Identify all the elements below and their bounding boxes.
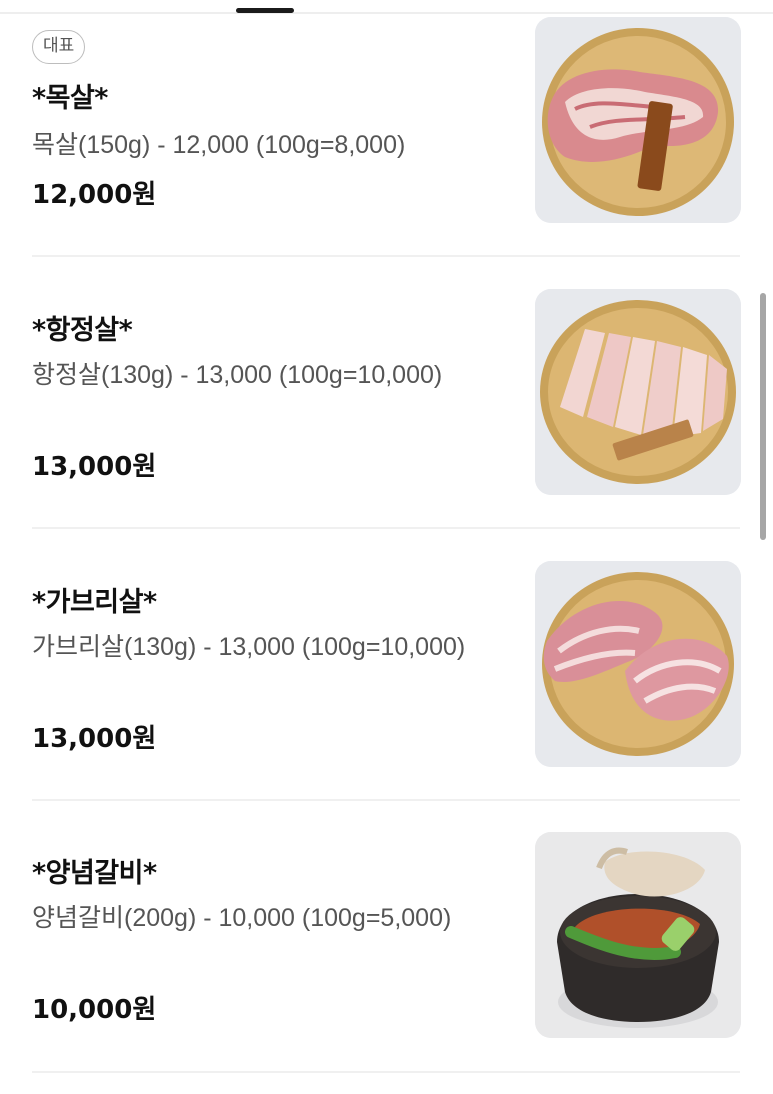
signature-badge: 대표: [32, 30, 86, 64]
menu-item-price: 13,000원: [32, 724, 157, 754]
menu-item-description: 항정살(130g) - 13,000 (100g=10,000): [32, 361, 443, 389]
scrollbar[interactable]: [760, 293, 766, 540]
item-divider: [32, 527, 740, 529]
menu-item-photo[interactable]: [535, 17, 741, 223]
menu-item-description: 가브리살(130g) - 13,000 (100g=10,000): [32, 633, 466, 661]
menu-item-price: 13,000원: [32, 452, 157, 482]
menu-item-name: *목살*: [32, 83, 108, 114]
menu-item-name: *가브리살*: [32, 587, 157, 618]
menu-item-name: *항정살*: [32, 315, 133, 346]
menu-item-price: 10,000원: [32, 995, 157, 1025]
menu-item-description: 양념갈비(200g) - 10,000 (100g=5,000): [32, 904, 452, 932]
sheet-top-bar: [0, 0, 773, 14]
menu-item-name: *양념갈비*: [32, 858, 157, 889]
drag-handle[interactable]: [236, 8, 294, 13]
menu-item-description: 목살(150g) - 12,000 (100g=8,000): [32, 131, 406, 159]
menu-item-photo[interactable]: [535, 289, 741, 495]
menu-item-photo[interactable]: [535, 832, 741, 1038]
menu-item-photo[interactable]: [535, 561, 741, 767]
item-divider: [32, 1071, 740, 1073]
item-divider: [32, 255, 740, 257]
item-divider: [32, 799, 740, 801]
menu-item-price: 12,000원: [32, 180, 157, 210]
